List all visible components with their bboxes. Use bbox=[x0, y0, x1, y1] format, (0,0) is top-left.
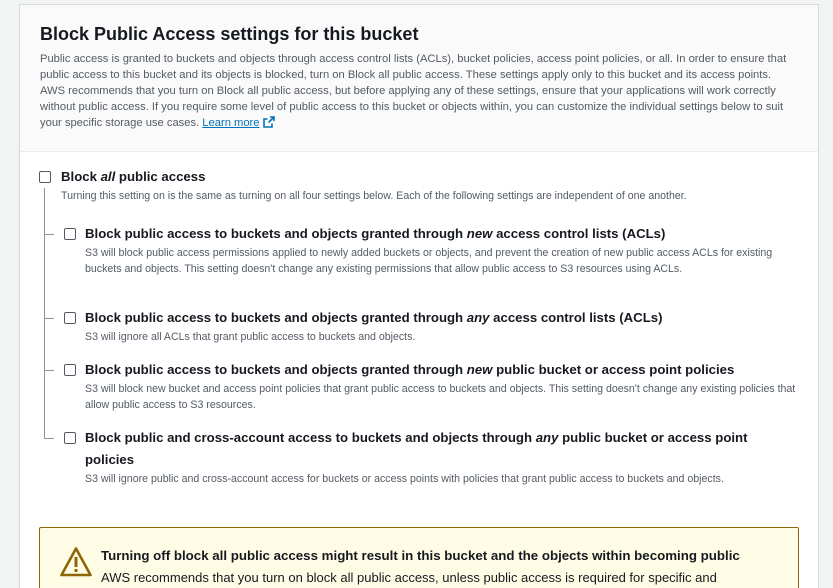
page: Block Public Access settings for this bu… bbox=[0, 0, 833, 588]
block-any-acls-label: Block public access to buckets and objec… bbox=[85, 310, 663, 325]
block-new-acls-checkbox[interactable] bbox=[64, 228, 76, 240]
settings-tree-line bbox=[44, 188, 45, 439]
warning-title: Turning off block all public access migh… bbox=[101, 548, 740, 563]
block-all-label: Block all public access bbox=[61, 169, 206, 184]
block-any-policies-description: S3 will ignore public and cross-account … bbox=[85, 473, 724, 485]
block-any-policies-label: Block public and cross-account access to… bbox=[85, 430, 748, 445]
block-any-policies-label-line2: policies bbox=[85, 452, 135, 467]
learn-more-label: Learn more bbox=[202, 117, 260, 129]
tree-branch bbox=[44, 234, 54, 235]
panel-description: Public access is granted to buckets and … bbox=[40, 51, 796, 131]
block-new-acls-label: Block public access to buckets and objec… bbox=[85, 226, 666, 241]
tree-branch bbox=[44, 370, 54, 371]
tree-branch bbox=[44, 438, 54, 439]
panel-header: Block Public Access settings for this bu… bbox=[20, 5, 818, 152]
panel-title: Block Public Access settings for this bu… bbox=[40, 24, 419, 44]
external-link-icon bbox=[262, 116, 275, 128]
block-new-policies-description: S3 will block new bucket and access poin… bbox=[85, 383, 796, 411]
block-all-checkbox[interactable] bbox=[39, 171, 51, 183]
block-new-policies-label: Block public access to buckets and objec… bbox=[85, 362, 735, 377]
block-all-description: Turning this setting on is the same as t… bbox=[61, 190, 687, 202]
panel-description-text: Public access is granted to buckets and … bbox=[40, 53, 787, 129]
tree-branch bbox=[44, 318, 54, 319]
warning-text: AWS recommends that you turn on block al… bbox=[101, 570, 717, 585]
learn-more-link[interactable]: Learn more bbox=[202, 116, 275, 129]
block-any-acls-description: S3 will ignore all ACLs that grant publi… bbox=[85, 331, 416, 343]
warning-icon bbox=[60, 547, 92, 577]
public-access-warning: Turning off block all public access migh… bbox=[39, 527, 799, 588]
block-any-acls-checkbox[interactable] bbox=[64, 312, 76, 324]
block-any-policies-checkbox[interactable] bbox=[64, 432, 76, 444]
block-public-access-panel: Block Public Access settings for this bu… bbox=[19, 4, 819, 588]
block-new-policies-checkbox[interactable] bbox=[64, 364, 76, 376]
block-new-acls-description: S3 will block public access permissions … bbox=[85, 247, 773, 275]
